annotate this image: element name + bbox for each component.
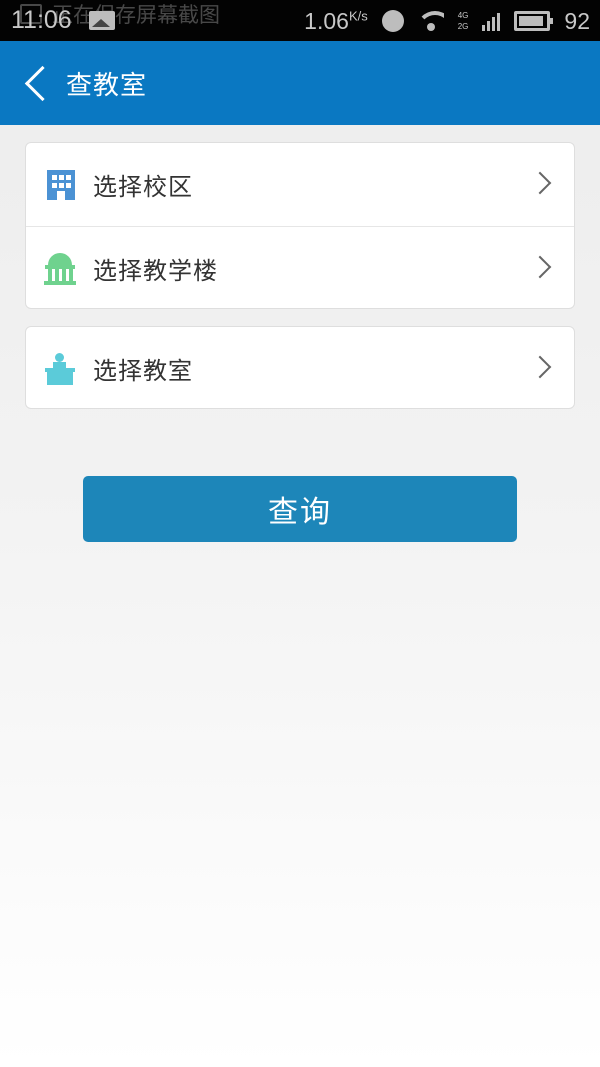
- battery-level: [519, 16, 544, 26]
- campus-building-icon: [43, 168, 77, 202]
- app-notification-icon: [381, 10, 404, 32]
- status-bar: 正在保存屏幕截图 11:06 1.06K/s 4G 2G 92: [0, 0, 600, 41]
- select-campus-label: 选择校区: [93, 173, 193, 201]
- classroom-selector-card: 选择教室: [25, 326, 575, 409]
- dual-signal-icon: 4G 2G: [457, 11, 469, 31]
- select-building-label: 选择教学楼: [93, 256, 218, 285]
- chevron-right-icon: [528, 355, 552, 379]
- select-classroom-row[interactable]: 选择教室: [26, 327, 574, 410]
- teaching-building-icon: [43, 251, 77, 285]
- battery-icon: [514, 11, 554, 31]
- query-button[interactable]: 查询: [83, 476, 517, 542]
- location-selector-card: 选择校区 选择教学楼: [25, 142, 575, 309]
- classroom-icon: [43, 352, 77, 386]
- page-title: 查教室: [66, 70, 148, 101]
- select-building-row[interactable]: 选择教学楼: [26, 226, 574, 309]
- signal-bars-icon: [482, 11, 501, 31]
- select-campus-row[interactable]: 选择校区: [26, 143, 574, 226]
- app-bar: 查教室: [0, 41, 600, 125]
- select-classroom-label: 选择教室: [93, 357, 193, 385]
- chevron-right-icon: [528, 171, 552, 195]
- net-speed: 1.06K/s: [304, 7, 368, 34]
- notification-text: 正在保存屏幕截图: [52, 3, 220, 27]
- chevron-right-icon: [528, 255, 552, 279]
- battery-percent: 92: [564, 7, 590, 34]
- clock: 11:06: [11, 6, 72, 34]
- image-icon: [89, 11, 115, 30]
- wifi-icon: [417, 11, 444, 31]
- back-button[interactable]: [0, 41, 58, 125]
